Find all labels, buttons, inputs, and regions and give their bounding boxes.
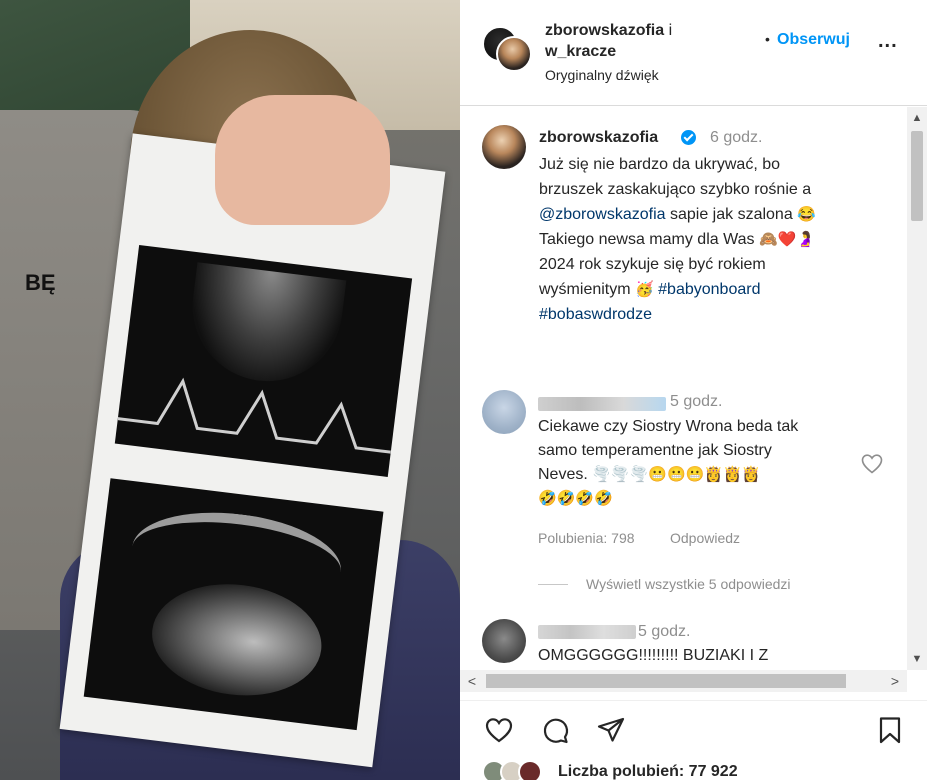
more-options-icon[interactable]: ...: [878, 30, 898, 53]
post-header: zborowskazofia i w_kracze Oryginalny dźw…: [460, 0, 927, 106]
caption-text-span: sapie jak szalona: [669, 206, 793, 223]
blurred-username[interactable]: [538, 625, 636, 639]
comment-time[interactable]: 5 godz.: [670, 393, 722, 411]
reply-button[interactable]: Odpowiedz: [670, 530, 740, 546]
comment-bubble-icon[interactable]: [540, 715, 570, 745]
avatar: [518, 760, 542, 780]
caption-line: wyśmienitym 🥳 #babyonboard: [539, 277, 889, 302]
scroll-left-arrow-icon[interactable]: <: [462, 670, 482, 692]
comment-text-span: Neves.: [538, 466, 588, 483]
comment-text: OMGGGGGG!!!!!!!!! BUZIAKI I Z: [538, 647, 769, 664]
scrollbar-thumb[interactable]: [486, 674, 846, 688]
caption-line: #bobaswdrodze: [539, 302, 889, 327]
comment-line: samo temperamentne jak Siostry: [538, 442, 772, 459]
view-replies-button[interactable]: Wyświetl wszystkie 5 odpowiedzi: [586, 576, 791, 592]
avatar: [496, 36, 532, 72]
likes-row: Liczba polubień: 77 922: [460, 755, 927, 780]
likes-count[interactable]: Liczba polubień: 77 922: [558, 763, 738, 780]
caption-line: Już się nie bardzo da ukrywać, bo: [539, 156, 781, 173]
emoji: 🤣🤣🤣🤣: [538, 490, 613, 507]
caption-line: Takiego newsa mamy dla Was 🙈❤️🤰: [539, 227, 889, 252]
post-action-bar: [460, 700, 927, 750]
scroll-down-arrow-icon[interactable]: ▼: [907, 650, 927, 668]
horizontal-scrollbar[interactable]: < >: [460, 670, 907, 692]
verified-badge-icon: [681, 130, 696, 145]
share-paper-plane-icon[interactable]: [596, 715, 626, 745]
caption-line: brzuszek zaskakująco szybko rośnie a: [539, 181, 812, 198]
post-side-panel: zborowskazofia i w_kracze Oryginalny dźw…: [460, 0, 927, 780]
comment-like-heart-icon[interactable]: [860, 452, 884, 476]
caption-line: 2024 rok szykuje się być rokiem: [539, 256, 766, 273]
ultrasound-strip: [5, 127, 460, 774]
vertical-scrollbar[interactable]: ▲ ▼: [907, 107, 927, 670]
caption-text-span: Takiego newsa mamy dla Was: [539, 231, 755, 248]
caption-username[interactable]: zborowskazofia: [539, 129, 658, 147]
follow-button[interactable]: Obserwuj: [777, 31, 850, 49]
collab-usernames: zborowskazofia i w_kracze: [545, 20, 672, 62]
emoji: 🥳: [635, 281, 654, 298]
avatar[interactable]: [482, 125, 526, 169]
scrollbar-thumb[interactable]: [911, 131, 923, 221]
emoji: 🌪️🌪️🌪️😬😬😬👸👸👸: [592, 466, 761, 483]
avatar[interactable]: [482, 390, 526, 434]
comment-time[interactable]: 5 godz.: [638, 623, 690, 641]
audio-label[interactable]: Oryginalny dźwięk: [545, 67, 659, 83]
media-overlay-text: BĘ: [25, 270, 56, 295]
emoji: 🙈❤️🤰: [758, 231, 815, 248]
like-heart-icon[interactable]: [484, 715, 514, 745]
username-joiner: i: [668, 22, 673, 39]
scan-cone: [184, 262, 347, 390]
caption-time[interactable]: 6 godz.: [710, 129, 762, 147]
collab-avatars[interactable]: [482, 22, 532, 72]
caption-text: Już się nie bardzo da ukrywać, bo brzusz…: [539, 152, 889, 327]
ultrasound-scan-top: [114, 244, 413, 477]
mention-link[interactable]: @zborowskazofia: [539, 206, 666, 223]
comment-text: Ciekawe czy Siostry Wrona beda tak samo …: [538, 415, 868, 511]
caption-text-span: wyśmienitym: [539, 281, 631, 298]
hashtag-link[interactable]: #babyonboard: [658, 281, 760, 298]
comments-scroll-area[interactable]: zborowskazofia 6 godz. Już się nie bardz…: [460, 107, 927, 670]
ultrasound-scan-bottom: [83, 478, 384, 731]
username-link[interactable]: zborowskazofia: [545, 22, 664, 39]
comment-line: Neves. 🌪️🌪️🌪️😬😬😬👸👸👸: [538, 463, 868, 487]
hashtag-link[interactable]: #bobaswdrodze: [539, 306, 652, 323]
post-media[interactable]: BĘ: [0, 0, 460, 780]
replies-divider: [538, 584, 568, 585]
save-bookmark-icon[interactable]: [875, 715, 905, 745]
username-link[interactable]: w_kracze: [545, 43, 616, 60]
scroll-up-arrow-icon[interactable]: ▲: [907, 109, 927, 127]
comment-likes-count[interactable]: Polubienia: 798: [538, 530, 635, 546]
scroll-right-arrow-icon[interactable]: >: [885, 670, 905, 692]
child-hand: [215, 95, 390, 225]
comment-line: Ciekawe czy Siostry Wrona beda tak: [538, 418, 799, 435]
avatar[interactable]: [482, 619, 526, 663]
separator-dot: •: [765, 31, 770, 47]
caption-line: @zborowskazofia sapie jak szalona 😂: [539, 202, 889, 227]
emoji: 😂: [797, 206, 816, 223]
blurred-username[interactable]: [538, 397, 666, 411]
